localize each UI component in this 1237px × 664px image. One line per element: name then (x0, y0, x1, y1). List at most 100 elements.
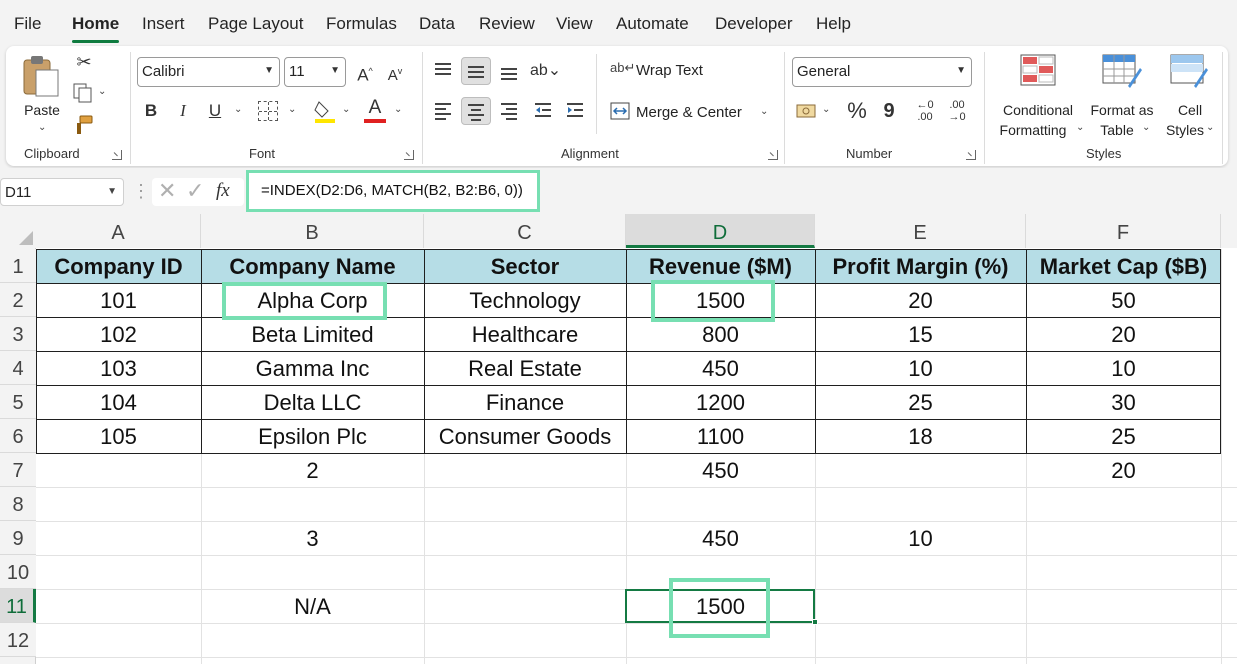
fill-color-icon[interactable] (314, 98, 336, 124)
cell-e9[interactable]: 10 (815, 522, 1026, 556)
tab-page-layout[interactable]: Page Layout (208, 14, 303, 34)
chevron-down-icon[interactable]: ⌄ (288, 104, 296, 115)
number-format-select[interactable]: General ▼ (792, 57, 972, 87)
format-painter-icon[interactable] (72, 114, 96, 138)
cell-a3[interactable]: 102 (36, 318, 201, 352)
cell-d6[interactable]: 1100 (626, 420, 815, 454)
cell-b9[interactable]: 3 (201, 522, 424, 556)
column-header-c[interactable]: C (424, 214, 626, 248)
row-header-9[interactable]: 9 (0, 521, 36, 555)
italic-button[interactable]: I (168, 97, 198, 125)
tab-review[interactable]: Review (479, 14, 535, 34)
font-size-select[interactable]: 11 ▼ (284, 57, 346, 87)
cell-c5[interactable]: Finance (424, 386, 626, 420)
cell-d3[interactable]: 800 (626, 318, 815, 352)
row-header-5[interactable]: 5 (0, 385, 36, 419)
header-company-name[interactable]: Company Name (201, 250, 424, 284)
tab-help[interactable]: Help (816, 14, 851, 34)
increase-decimal-icon[interactable]: ←0.00 (910, 97, 940, 125)
align-right-icon[interactable] (494, 97, 524, 125)
row-header-1[interactable]: 1 (0, 249, 36, 283)
header-company-id[interactable]: Company ID (36, 250, 201, 284)
orientation-icon[interactable]: ab⌄ (530, 57, 561, 85)
decrease-font-size-icon[interactable]: Av (380, 57, 410, 85)
cell-e5[interactable]: 25 (815, 386, 1026, 420)
align-left-icon[interactable] (428, 97, 458, 125)
confirm-entry-icon[interactable]: ✓ (186, 178, 204, 204)
cell-a4[interactable]: 103 (36, 352, 201, 386)
decrease-indent-icon[interactable] (528, 97, 558, 125)
percent-style-button[interactable]: % (842, 97, 872, 125)
column-header-b[interactable]: B (201, 214, 424, 248)
format-as-table-button[interactable]: Format as Table ⌄ (1086, 52, 1158, 140)
align-top-icon[interactable] (428, 57, 458, 85)
number-launcher-icon[interactable] (966, 150, 976, 160)
cell-a6[interactable]: 105 (36, 420, 201, 454)
formula-bar-grip-icon[interactable]: ⋮ (132, 176, 150, 208)
cancel-entry-icon[interactable]: ✕ (158, 178, 176, 204)
cell-e3[interactable]: 15 (815, 318, 1026, 352)
cell-f7[interactable]: 20 (1026, 454, 1221, 488)
header-profit-margin[interactable]: Profit Margin (%) (815, 250, 1026, 284)
cell-c3[interactable]: Healthcare (424, 318, 626, 352)
underline-button[interactable]: U (200, 97, 230, 125)
tab-home[interactable]: Home (72, 14, 120, 43)
cell-e2[interactable]: 20 (815, 284, 1026, 318)
chevron-down-icon[interactable]: ⌄ (234, 104, 242, 115)
column-header-d[interactable]: D (626, 214, 815, 248)
cell-b7[interactable]: 2 (201, 454, 424, 488)
alignment-launcher-icon[interactable] (768, 150, 778, 160)
cell-d5[interactable]: 1200 (626, 386, 815, 420)
cell-b11[interactable]: N/A (201, 590, 424, 624)
formula-input[interactable]: =INDEX(D2:D6, MATCH(B2, B2:B6, 0)) (246, 170, 540, 212)
font-color-icon[interactable]: A (364, 97, 386, 125)
increase-indent-icon[interactable] (560, 97, 590, 125)
cell-c2[interactable]: Technology (424, 284, 626, 318)
tab-developer[interactable]: Developer (715, 14, 793, 34)
select-all-button[interactable] (0, 214, 36, 248)
tab-file[interactable]: File (14, 14, 41, 34)
cell-f6[interactable]: 25 (1026, 420, 1221, 454)
cell-f5[interactable]: 30 (1026, 386, 1221, 420)
merge-center-button[interactable]: Merge & Center ⌄ (610, 100, 770, 126)
row-header-4[interactable]: 4 (0, 351, 36, 385)
row-header-6[interactable]: 6 (0, 419, 36, 453)
cell-f3[interactable]: 20 (1026, 318, 1221, 352)
conditional-formatting-button[interactable]: Conditional Formatting ⌄ (990, 52, 1086, 140)
cut-icon[interactable]: ✂ (72, 52, 96, 76)
bold-button[interactable]: B (136, 97, 166, 125)
align-bottom-icon[interactable] (494, 57, 524, 85)
cell-d4[interactable]: 450 (626, 352, 815, 386)
row-header-11[interactable]: 11 (0, 589, 36, 623)
header-revenue[interactable]: Revenue ($M) (626, 250, 815, 284)
clipboard-launcher-icon[interactable] (112, 150, 122, 160)
row-header-12[interactable]: 12 (0, 623, 36, 657)
row-header-3[interactable]: 3 (0, 317, 36, 351)
copy-icon[interactable]: ⌄ (72, 82, 106, 106)
tab-view[interactable]: View (556, 14, 593, 34)
chevron-down-icon[interactable]: ⌄ (394, 104, 402, 115)
font-name-select[interactable]: Calibri ▼ (137, 57, 280, 87)
column-header-a[interactable]: A (36, 214, 201, 248)
column-header-f[interactable]: F (1026, 214, 1221, 248)
cell-a2[interactable]: 101 (36, 284, 201, 318)
tab-data[interactable]: Data (419, 14, 455, 34)
name-box[interactable]: D11 ▼ (0, 178, 124, 206)
decrease-decimal-icon[interactable]: .00 →0 (942, 97, 972, 125)
cell-b5[interactable]: Delta LLC (201, 386, 424, 420)
comma-style-button[interactable]: 9 (874, 97, 904, 125)
tab-insert[interactable]: Insert (142, 14, 185, 34)
cell-b4[interactable]: Gamma Inc (201, 352, 424, 386)
cell-b6[interactable]: Epsilon Plc (201, 420, 424, 454)
chevron-down-icon[interactable]: ⌄ (342, 104, 350, 115)
insert-function-icon[interactable]: fx (216, 180, 230, 202)
tab-formulas[interactable]: Formulas (326, 14, 397, 34)
cell-b3[interactable]: Beta Limited (201, 318, 424, 352)
cell-e4[interactable]: 10 (815, 352, 1026, 386)
header-sector[interactable]: Sector (424, 250, 626, 284)
tab-automate[interactable]: Automate (616, 14, 689, 34)
align-center-icon[interactable] (461, 97, 491, 125)
row-header-2[interactable]: 2 (0, 283, 36, 317)
increase-font-size-icon[interactable]: A^ (350, 57, 380, 85)
cell-a5[interactable]: 104 (36, 386, 201, 420)
